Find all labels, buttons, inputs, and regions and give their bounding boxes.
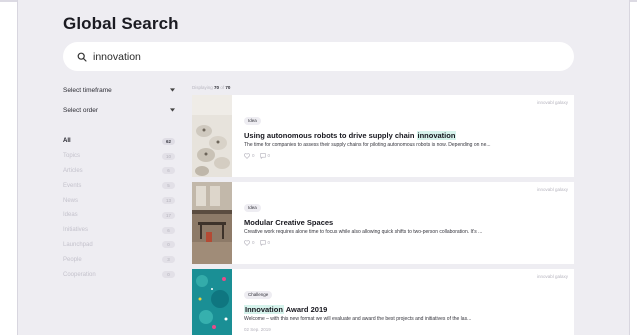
- result-type-tag: Idea: [244, 204, 261, 212]
- result-source: innovabl galaxy: [536, 187, 568, 192]
- comment-count: 0: [267, 240, 271, 245]
- result-description: Creative work requires alone time to foc…: [244, 229, 483, 235]
- category-count: 0: [162, 271, 175, 279]
- category-count: 0: [162, 241, 175, 249]
- like-count: 0: [252, 153, 255, 158]
- category-launchpad[interactable]: Launchpad 0: [63, 238, 175, 253]
- like-control[interactable]: 0: [244, 239, 255, 246]
- result-content: innovabl galaxy Idea Using autonomous ro…: [232, 95, 574, 177]
- result-thumbnail-robots: [192, 95, 232, 177]
- category-label: People: [63, 256, 82, 263]
- category-topics[interactable]: Topics 10: [63, 149, 175, 164]
- result-title[interactable]: Using autonomous robots to drive supply …: [244, 131, 574, 140]
- results-summary-separator: of: [220, 85, 225, 90]
- results-summary: Displaying 70 of 70: [192, 85, 230, 90]
- category-label: All: [63, 138, 71, 145]
- category-ideas[interactable]: Ideas 17: [63, 208, 175, 223]
- category-count: 5: [162, 182, 175, 190]
- category-label: Articles: [63, 167, 83, 174]
- results-total-count: 70: [225, 85, 231, 90]
- category-events[interactable]: Events 5: [63, 178, 175, 193]
- category-label: News: [63, 197, 79, 204]
- search-input[interactable]: [93, 50, 533, 63]
- result-description: Welcome – with this new format we will e…: [244, 316, 472, 322]
- comment-control[interactable]: 0: [259, 152, 271, 159]
- results-shown-count: 70: [214, 85, 220, 90]
- like-control[interactable]: 0: [244, 152, 255, 159]
- result-card[interactable]: innovabl galaxy Challenge Innovation Awa…: [192, 269, 574, 335]
- category-cooperation[interactable]: Cooperation 0: [63, 267, 175, 282]
- category-news[interactable]: News 13: [63, 193, 175, 208]
- search-icon: [77, 52, 87, 62]
- results-summary-prefix: Displaying: [192, 85, 213, 90]
- result-thumbnail-office: [192, 182, 232, 264]
- result-description: The time for companies to assess their s…: [244, 142, 491, 148]
- result-content: innovabl galaxy Challenge Innovation Awa…: [232, 269, 574, 335]
- like-count: 0: [252, 240, 255, 245]
- result-title-text: Using autonomous robots to drive supply …: [244, 131, 417, 140]
- category-label: Initiatives: [63, 227, 89, 234]
- category-count: 62: [162, 137, 175, 145]
- comment-count: 0: [267, 153, 271, 158]
- result-card[interactable]: innovabl galaxy Idea Using autonomous ro…: [192, 95, 574, 177]
- heart-icon: [244, 239, 250, 246]
- category-count: 3: [162, 256, 175, 264]
- timeframe-select[interactable]: Select timeframe: [63, 84, 175, 96]
- result-title[interactable]: Modular Creative Spaces: [244, 218, 574, 227]
- result-date: 02 Sep. 2019: [244, 326, 271, 332]
- category-list: All 62 Topics 10 Articles 6 Events 5 New…: [63, 134, 175, 282]
- category-label: Cooperation: [63, 271, 96, 278]
- category-initiatives[interactable]: Initiatives 6: [63, 223, 175, 238]
- category-count: 6: [162, 226, 175, 234]
- category-label: Ideas: [63, 212, 78, 219]
- category-people[interactable]: People 3: [63, 252, 175, 267]
- order-select[interactable]: Select order: [63, 104, 175, 116]
- result-source: innovabl galaxy: [536, 100, 568, 105]
- category-count: 17: [162, 211, 175, 219]
- category-label: Launchpad: [63, 241, 93, 248]
- category-label: Events: [63, 182, 82, 189]
- category-all[interactable]: All 62: [63, 134, 175, 149]
- category-count: 10: [162, 152, 175, 160]
- result-content: innovabl galaxy Idea Modular Creative Sp…: [232, 182, 574, 264]
- result-type-tag: Challenge: [244, 291, 273, 299]
- page-title: Global Search: [63, 14, 179, 33]
- search-term-highlight: Innovation: [244, 305, 284, 314]
- result-meta: 0 0: [244, 239, 574, 246]
- heart-icon: [244, 152, 250, 159]
- category-label: Topics: [63, 153, 81, 160]
- result-title[interactable]: Innovation Award 2019: [244, 305, 574, 314]
- category-count: 6: [162, 167, 175, 175]
- search-bar[interactable]: [63, 42, 574, 71]
- chevron-down-icon: [170, 108, 175, 112]
- result-type-tag: Idea: [244, 117, 261, 125]
- order-select-label: Select order: [63, 106, 99, 114]
- chevron-down-icon: [170, 88, 175, 92]
- comment-icon: [259, 239, 266, 246]
- category-articles[interactable]: Articles 6: [63, 164, 175, 179]
- result-source: innovabl galaxy: [536, 274, 568, 279]
- search-term-highlight: innovation: [416, 131, 457, 140]
- timeframe-select-label: Select timeframe: [63, 86, 112, 94]
- result-card[interactable]: innovabl galaxy Idea Modular Creative Sp…: [192, 182, 574, 264]
- result-title-text: Award 2019: [283, 305, 328, 314]
- result-thumbnail-award: [192, 269, 232, 335]
- comment-control[interactable]: 0: [259, 239, 271, 246]
- category-count: 13: [162, 197, 175, 205]
- result-meta: 0 0: [244, 152, 574, 159]
- comment-icon: [259, 152, 266, 159]
